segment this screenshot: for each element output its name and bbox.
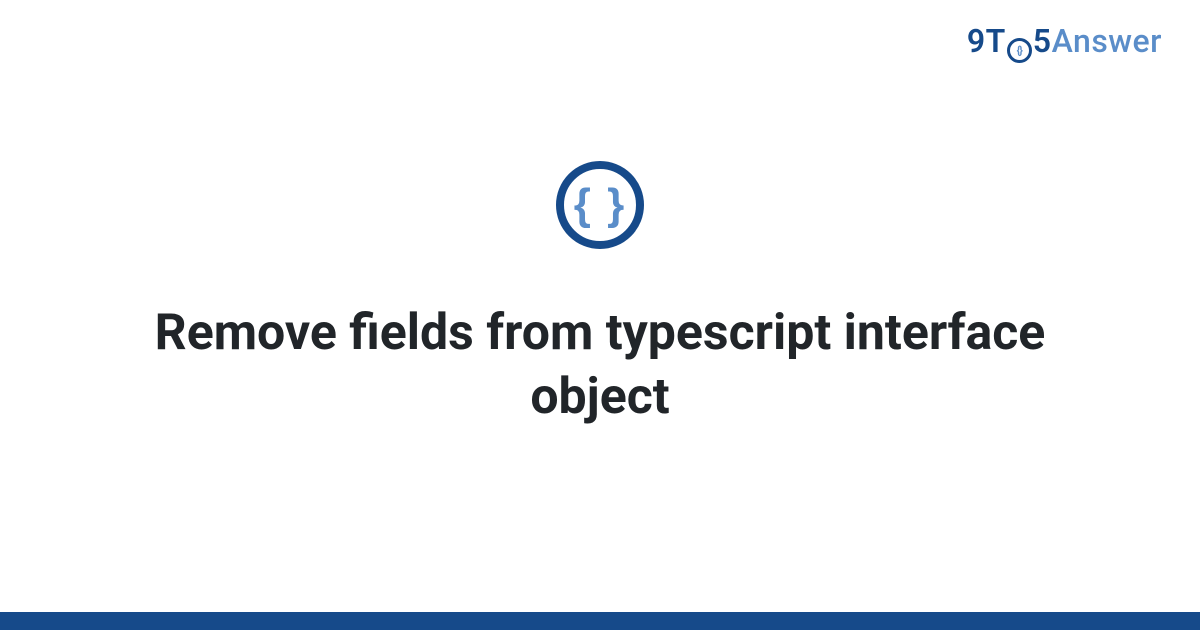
category-braces-icon: { } [556, 161, 644, 249]
braces-glyph: { } [574, 183, 626, 227]
main-content: { } Remove fields from typescript interf… [0, 0, 1200, 630]
footer-accent-bar [0, 612, 1200, 630]
page-title: Remove fields from typescript interface … [150, 301, 1050, 429]
